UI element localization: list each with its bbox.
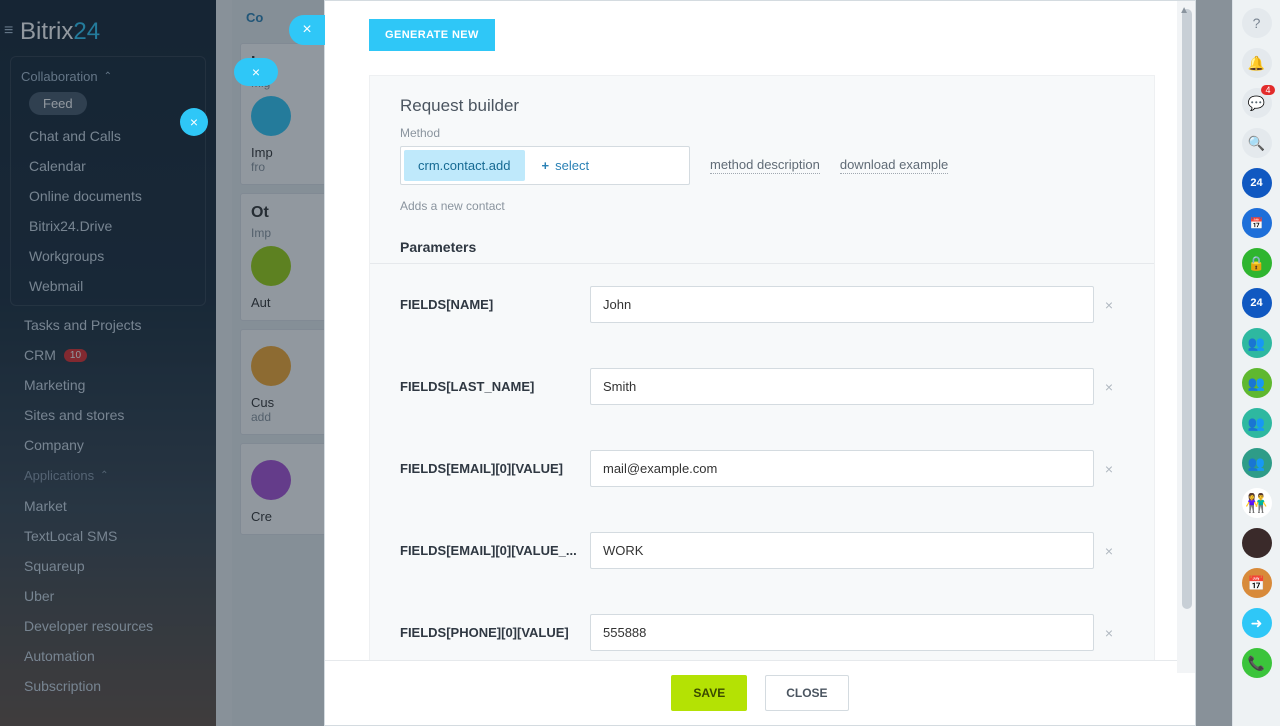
parameter-input[interactable] (590, 286, 1094, 323)
request-builder-box: Request builder Method crm.contact.add +… (369, 75, 1155, 660)
phone-icon[interactable]: 📞 (1242, 648, 1272, 678)
method-selector[interactable]: crm.contact.add +select (400, 146, 690, 185)
parameters-heading: Parameters (400, 239, 1124, 255)
parameter-label: FIELDS[LAST_NAME] (400, 379, 590, 394)
method-select-link[interactable]: +select (528, 147, 604, 184)
method-name-chip: crm.contact.add (404, 150, 525, 181)
parameter-input[interactable] (590, 532, 1094, 569)
download-example-link[interactable]: download example (840, 157, 948, 174)
method-hint: Adds a new contact (400, 199, 1124, 213)
parameter-input[interactable] (590, 368, 1094, 405)
exit-icon[interactable]: ➜ (1242, 608, 1272, 638)
collapse-caret-icon[interactable]: ▲ (1179, 5, 1189, 16)
scrollbar-thumb[interactable] (1182, 9, 1192, 609)
bell-icon[interactable]: 🔔 (1242, 48, 1272, 78)
avatar-pair[interactable]: 👫 (1242, 488, 1272, 518)
group-icon[interactable]: 👥 (1242, 448, 1272, 478)
parameter-row: FIELDS[LAST_NAME] × (400, 346, 1124, 428)
avatar[interactable] (1242, 528, 1272, 558)
generate-new-button[interactable]: GENERATE NEW (369, 19, 495, 51)
parameter-row: FIELDS[EMAIL][0][VALUE] × (400, 428, 1124, 510)
parameter-label: FIELDS[PHONE][0][VALUE] (400, 625, 590, 640)
parameter-label: FIELDS[NAME] (400, 297, 590, 312)
panel-close-button[interactable]: × (289, 15, 325, 45)
right-rail: ? 🔔 💬4 🔍 24 📅 🔒 24 👥 👥 👥 👥 👫 📅 ➜ 📞 (1232, 0, 1280, 726)
notification-badge: 4 (1261, 85, 1274, 95)
scrollbar-track[interactable] (1177, 1, 1195, 673)
parameter-row: FIELDS[EMAIL][0][VALUE_... × (400, 510, 1124, 592)
parameter-row: FIELDS[NAME] × (400, 264, 1124, 346)
method-label: Method (400, 126, 1124, 140)
parameter-input[interactable] (590, 450, 1094, 487)
remove-parameter-icon[interactable]: × (1094, 297, 1124, 313)
modal-footer: SAVE CLOSE (325, 660, 1195, 725)
remove-parameter-icon[interactable]: × (1094, 625, 1124, 641)
calendar-icon[interactable]: 📅 (1242, 208, 1272, 238)
remove-parameter-icon[interactable]: × (1094, 379, 1124, 395)
chat-icon[interactable]: 💬4 (1242, 88, 1272, 118)
close-button[interactable]: CLOSE (765, 675, 848, 711)
parameter-input[interactable] (590, 614, 1094, 651)
remove-parameter-icon[interactable]: × (1094, 543, 1124, 559)
help-icon[interactable]: ? (1242, 8, 1272, 38)
parameter-row: FIELDS[PHONE][0][VALUE] × (400, 592, 1124, 660)
remove-parameter-icon[interactable]: × (1094, 461, 1124, 477)
parameter-label: FIELDS[EMAIL][0][VALUE] (400, 461, 590, 476)
panel-title: Request builder (400, 96, 1124, 116)
group-icon[interactable]: 👥 (1242, 408, 1272, 438)
b24-icon[interactable]: 24 (1242, 168, 1272, 198)
search-icon[interactable]: 🔍 (1242, 128, 1272, 158)
group-icon[interactable]: 👥 (1242, 328, 1272, 358)
b24-icon[interactable]: 24 (1242, 288, 1272, 318)
parameter-label: FIELDS[EMAIL][0][VALUE_... (400, 543, 590, 558)
close-icon[interactable]: × (234, 58, 278, 86)
clock-icon[interactable]: 📅 (1242, 568, 1272, 598)
save-button[interactable]: SAVE (671, 675, 747, 711)
request-builder-panel: × ▲ GENERATE NEW Request builder Method … (324, 0, 1196, 726)
group-icon[interactable]: 👥 (1242, 368, 1272, 398)
close-icon[interactable]: × (180, 108, 208, 136)
method-description-link[interactable]: method description (710, 157, 820, 174)
lock-icon[interactable]: 🔒 (1242, 248, 1272, 278)
